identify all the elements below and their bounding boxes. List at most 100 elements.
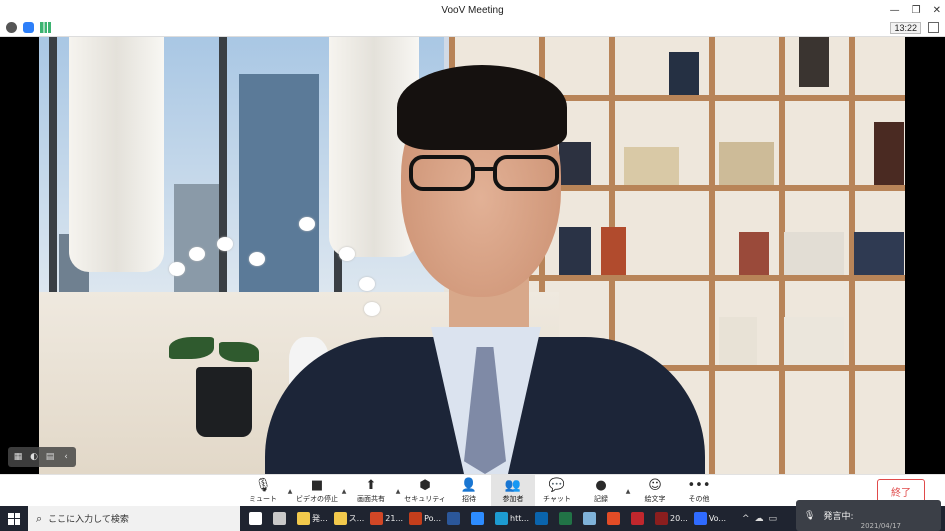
orchid-flower [189, 247, 205, 261]
toolbar-video-button[interactable]: ■ ビデオの停止 [295, 475, 339, 507]
speaking-indicator: 🎙 発言中: 2021/04/17 [796, 500, 941, 531]
speaker-view-icon[interactable]: ◐ [27, 450, 41, 464]
info-icon[interactable] [6, 22, 17, 33]
folder-icon [333, 512, 347, 525]
windows-logo-icon [8, 512, 20, 525]
books [601, 227, 626, 275]
plant-pot [196, 367, 252, 437]
orchid-flower [339, 247, 355, 261]
toolbar-record-caret-icon[interactable]: ▲ [623, 475, 633, 507]
taskbar-app[interactable] [604, 506, 628, 531]
app-icon [583, 512, 596, 525]
toolbar-emoji-button[interactable]: ☺ 絵文字 [633, 475, 677, 507]
collapse-icon[interactable]: ‹ [59, 450, 73, 464]
toolbar-invite-button[interactable]: 👤 招待 [447, 475, 491, 507]
taskbar-app[interactable]: htt... [492, 506, 532, 531]
toolbar-participants-button[interactable]: 👥 参加者 [491, 475, 535, 507]
status-icons [6, 22, 51, 33]
taskbar-app[interactable]: 20... [652, 506, 691, 531]
orchid-flower [359, 277, 375, 291]
books [559, 142, 591, 185]
curtain [69, 37, 164, 272]
toolbar-video-caret-icon[interactable]: ▲ [339, 475, 349, 507]
voov-icon [693, 512, 707, 525]
grid-view-icon[interactable]: ▦ [11, 450, 25, 464]
taskbar-app[interactable] [580, 506, 604, 531]
toolbar-record-label: 記録 [594, 494, 608, 503]
shield-icon[interactable] [23, 22, 34, 33]
close-button[interactable]: ✕ [933, 5, 941, 16]
tray-chevron-icon[interactable]: ^ [742, 514, 750, 524]
taskbar-app[interactable] [628, 506, 652, 531]
app-icon [631, 512, 644, 525]
window-controls: — ❐ ✕ [890, 0, 941, 20]
taskbar-app-label: 20... [670, 514, 688, 523]
toolbar-more-label: その他 [688, 494, 710, 503]
taskbar-app[interactable]: Po... [406, 506, 444, 531]
toolbar-record-button[interactable]: ● 記録 [579, 475, 623, 507]
toolbar-more-button[interactable]: ••• その他 [677, 475, 721, 507]
app-icon [607, 512, 620, 525]
taskbar-search[interactable]: ⌕ ここに入力して検索 [28, 506, 240, 531]
books [854, 232, 904, 275]
toolbar-share-caret-icon[interactable]: ▲ [393, 475, 403, 507]
camera-icon: ■ [310, 477, 324, 493]
books [669, 52, 699, 95]
books [719, 142, 774, 185]
taskbar-app[interactable] [444, 506, 468, 531]
toolbar-share-button[interactable]: ⬆ 画面共有 [349, 475, 393, 507]
start-button[interactable] [0, 506, 28, 531]
video-area: ▦ ◐ ▤ ‹ [0, 37, 945, 474]
minimize-button[interactable]: — [890, 5, 900, 16]
zoom-icon [471, 512, 485, 525]
books [624, 147, 679, 185]
taskbar-app[interactable]: 21... [367, 506, 406, 531]
taskbar-apps: 発... ス... 21... Po... htt... 20... Vo... [246, 506, 729, 531]
powerpoint-icon [409, 512, 423, 525]
excel-icon [559, 512, 572, 525]
taskbar-app[interactable] [556, 506, 580, 531]
orchid-flower [299, 217, 315, 231]
toolbar-emoji-label: 絵文字 [644, 494, 666, 503]
toolbar-chat-button[interactable]: 💬 チャット [535, 475, 579, 507]
taskbar-app-label: 発... [312, 514, 328, 523]
taskbar-app[interactable] [270, 506, 294, 531]
toolbar-mute-button[interactable]: 🎙 ミュート [241, 475, 285, 507]
cloud-icon[interactable]: ☁ [755, 514, 764, 524]
search-icon: ⌕ [36, 511, 43, 525]
toolbar-participants-label: 参加者 [502, 494, 524, 503]
toolbar-mute-caret-icon[interactable]: ▲ [285, 475, 295, 507]
window-frame [49, 37, 57, 307]
taskbar-app[interactable] [468, 506, 492, 531]
orchid-flower [249, 252, 265, 266]
emoji-icon: ☺ [648, 477, 662, 493]
books [719, 317, 757, 365]
participant-glasses [409, 155, 561, 193]
restore-button[interactable]: ❐ [912, 5, 921, 16]
orchid-flower [217, 237, 233, 251]
meeting-info-bar: 13:22 [0, 20, 945, 37]
toolbar-share-label: 画面共有 [357, 494, 385, 503]
books [784, 232, 844, 275]
taskbar-app[interactable]: Vo... [691, 506, 729, 531]
toolbar-chat-label: チャット [543, 494, 571, 503]
speaking-label: 発言中: [823, 512, 854, 522]
toolbar-invite-label: 招待 [462, 494, 476, 503]
gallery-view-icon[interactable]: ▤ [43, 450, 57, 464]
toolbar-security-button[interactable]: ⬢ セキュリティ [403, 475, 447, 507]
background-building [174, 184, 219, 304]
taskbar-app[interactable] [532, 506, 556, 531]
window-title: VooV Meeting [441, 4, 504, 16]
taskbar-app[interactable]: ス... [331, 506, 368, 531]
fullscreen-icon[interactable] [928, 22, 939, 33]
participant-hair [397, 65, 567, 150]
chat-icon: 💬 [548, 477, 566, 493]
view-controls: ▦ ◐ ▤ ‹ [8, 447, 76, 467]
taskbar-app[interactable]: 発... [294, 506, 331, 531]
network-icon[interactable]: ▭ [769, 514, 778, 524]
taskbar-app[interactable] [246, 506, 270, 531]
system-tray: ^ ☁ ▭ [742, 506, 777, 531]
signal-icon[interactable] [40, 22, 51, 33]
microphone-icon: 🎙 [804, 510, 816, 521]
books [799, 37, 829, 87]
